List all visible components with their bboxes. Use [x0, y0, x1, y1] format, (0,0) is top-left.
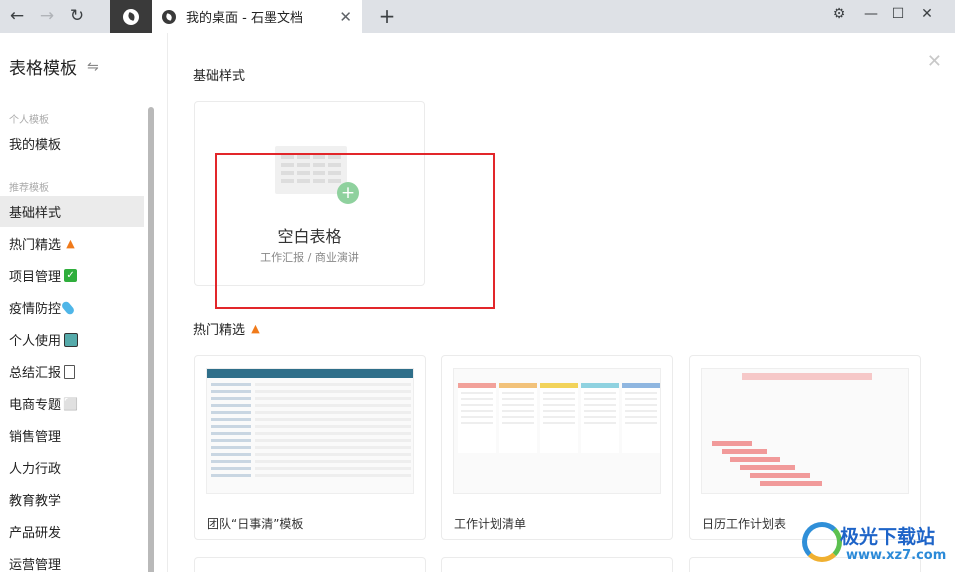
close-icon[interactable]: ✕	[927, 51, 942, 72]
reload-icon[interactable]: ↻	[64, 3, 90, 29]
tab-title: 我的桌面 - 石墨文档	[186, 11, 303, 26]
section-recommended-label: 推荐模板	[9, 183, 49, 194]
sidebar-item-label: 人力行政	[9, 462, 62, 477]
watermark-logo-icon	[802, 522, 842, 562]
template-card-partial[interactable]	[441, 557, 673, 572]
sidebar-item-hr[interactable]: 人力行政	[0, 452, 144, 483]
sidebar-scrollbar[interactable]	[148, 107, 154, 572]
sidebar-item-label: 产品研发	[9, 526, 62, 541]
template-label: 工作计划清单	[454, 517, 527, 531]
sidebar-item-epidemic[interactable]: 疫情防控	[0, 292, 144, 323]
watermark: 极光下载站 www.xz7.com	[802, 516, 952, 568]
template-thumbnail	[453, 368, 661, 494]
pill-icon	[60, 299, 76, 316]
sidebar-item-label: 个人使用	[9, 334, 62, 349]
sidebar-item-label: 我的模板	[9, 138, 62, 153]
sidebar-item-label: 基础样式	[9, 206, 62, 221]
sidebar-item-hot[interactable]: 热门精选 ▲	[0, 228, 144, 259]
template-gallery: ✕ 基础样式 + 空白表格 工作汇报 / 商业演讲 热门精选 ▲ 团队“日事清”…	[169, 33, 955, 572]
check-icon: ✓	[64, 269, 78, 282]
template-card-work-plan[interactable]: 工作计划清单	[441, 355, 673, 540]
swap-icon[interactable]: ⇋	[87, 59, 99, 75]
watermark-brand: 极光下载站	[840, 526, 936, 548]
browser-title-bar: ← → ↻ 我的桌面 - 石墨文档 ✕ + ⚙ — ☐ ✕	[0, 0, 955, 33]
sidebar-item-label: 教育教学	[9, 494, 62, 509]
section-personal-label: 个人模板	[9, 115, 49, 126]
template-card-partial[interactable]	[194, 557, 426, 572]
sidebar-item-my-templates[interactable]: 我的模板	[0, 128, 144, 159]
sidebar-item-label: 运营管理	[9, 558, 62, 572]
tab-close-icon[interactable]: ✕	[339, 8, 352, 26]
sidebar-item-project[interactable]: 项目管理 ✓	[0, 260, 144, 291]
cart-icon: ⬜	[63, 396, 78, 411]
new-tab-button[interactable]: +	[374, 2, 400, 30]
fire-icon: ▲	[251, 322, 260, 335]
window-close-button[interactable]: ✕	[912, 0, 942, 28]
sidebar-item-sales[interactable]: 销售管理	[0, 420, 144, 451]
sidebar-item-label: 总结汇报	[9, 366, 62, 381]
sidebar-item-operations[interactable]: 运营管理	[0, 548, 144, 572]
sidebar-item-basic[interactable]: 基础样式	[0, 196, 144, 227]
sidebar-title-text: 表格模板	[9, 59, 77, 79]
sidebar-item-label: 热门精选	[9, 238, 62, 253]
calendar-icon	[64, 332, 79, 347]
highlight-box	[215, 153, 495, 309]
hot-section-text: 热门精选	[193, 323, 246, 338]
fire-icon: ▲	[66, 237, 75, 250]
minimize-button[interactable]: —	[856, 0, 886, 28]
forward-icon[interactable]: →	[34, 3, 60, 29]
sidebar-item-label: 项目管理	[9, 270, 62, 285]
template-label: 团队“日事清”模板	[207, 517, 304, 531]
sidebar-item-education[interactable]: 教育教学	[0, 484, 144, 515]
sidebar-item-personal-use[interactable]: 个人使用	[0, 324, 144, 355]
sidebar-item-ecommerce[interactable]: 电商专题 ⬜	[0, 388, 144, 419]
template-card-calendar-plan[interactable]: 日历工作计划表	[689, 355, 921, 540]
template-thumbnail	[701, 368, 909, 494]
sidebar-item-product[interactable]: 产品研发	[0, 516, 144, 547]
app-logo-icon[interactable]	[110, 0, 152, 33]
sidebar-item-label: 疫情防控	[9, 302, 62, 317]
tab-favicon-icon	[162, 9, 176, 24]
template-sidebar: 表格模板 ⇋ 个人模板 我的模板 推荐模板 基础样式 热门精选 ▲ 项目管理 ✓…	[0, 33, 168, 572]
document-icon	[64, 364, 76, 379]
settings-icon[interactable]: ⚙	[824, 0, 854, 28]
hot-section-title: 热门精选 ▲	[193, 319, 262, 338]
maximize-button[interactable]: ☐	[883, 0, 913, 28]
watermark-url: www.xz7.com	[846, 548, 947, 563]
sidebar-title: 表格模板 ⇋	[9, 54, 99, 80]
basic-section-title: 基础样式	[193, 69, 246, 84]
template-thumbnail	[206, 368, 414, 494]
sidebar-item-label: 电商专题	[9, 398, 62, 413]
browser-tab[interactable]: 我的桌面 - 石墨文档 ✕	[152, 0, 362, 33]
template-label: 日历工作计划表	[702, 517, 787, 531]
sidebar-item-label: 销售管理	[9, 430, 62, 445]
back-icon[interactable]: ←	[4, 3, 30, 29]
sidebar-item-summary[interactable]: 总结汇报	[0, 356, 144, 387]
template-card-team-daily[interactable]: 团队“日事清”模板	[194, 355, 426, 540]
